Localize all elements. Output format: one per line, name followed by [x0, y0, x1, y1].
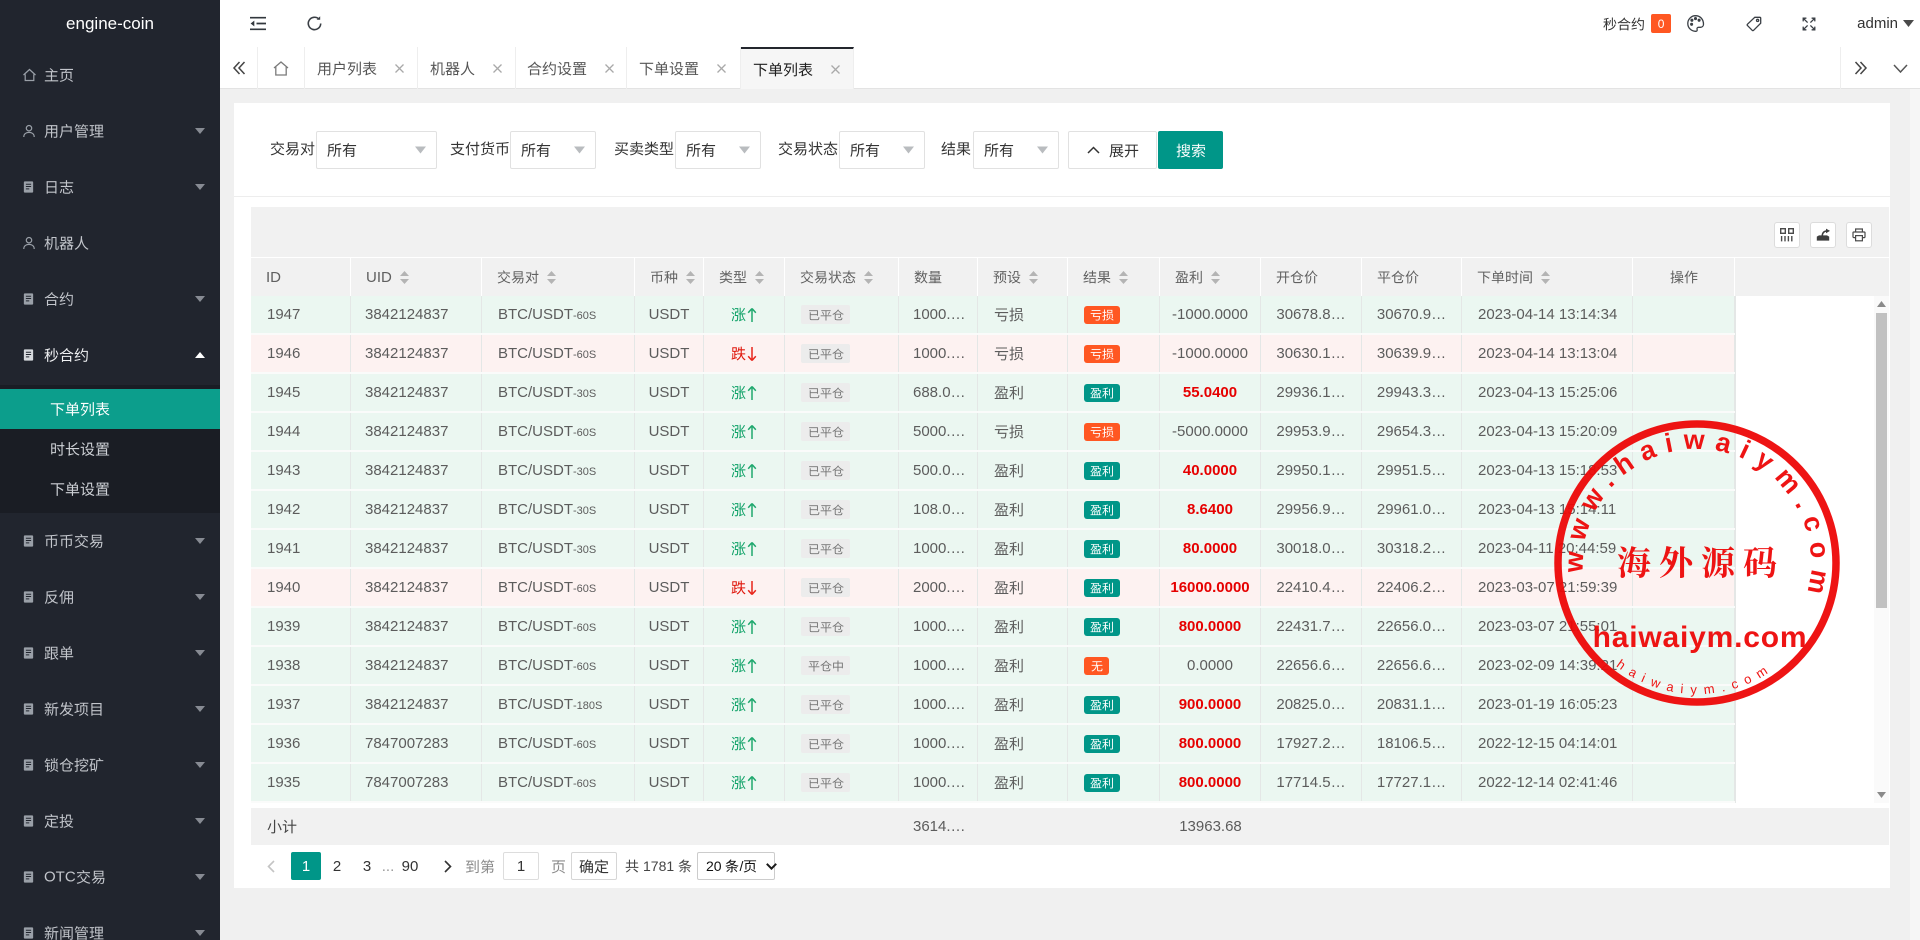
svg-text:www.haiwaiym.com: www.haiwaiym.com — [1558, 425, 1835, 606]
svg-text:haiwaiym.com: haiwaiym.com — [1593, 621, 1808, 654]
